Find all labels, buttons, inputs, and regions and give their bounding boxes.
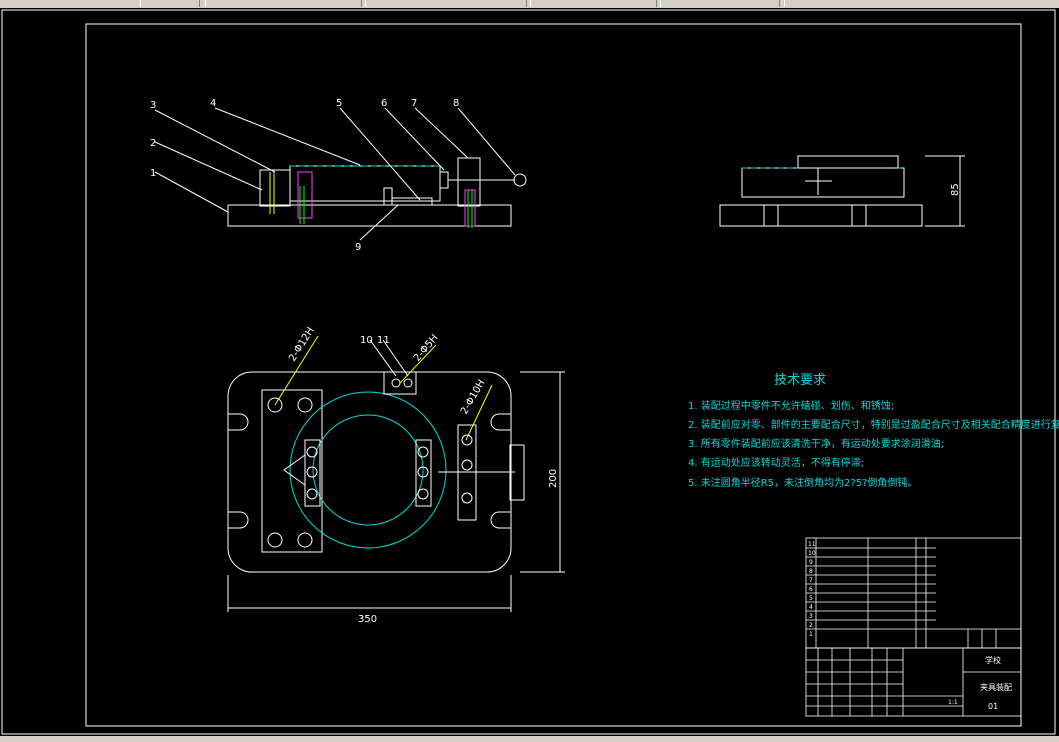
tech-note: 4. 有运动处应该转动灵活，不得有停滞; [688, 456, 864, 469]
bom-number: 6 [809, 586, 813, 593]
tech-note: 1. 装配过程中零件不允许磕碰、划伤、和锈蚀; [688, 399, 894, 412]
dimension-depth: 200 [548, 469, 559, 488]
part-label: 8 [453, 98, 459, 109]
title-block-drawing-name: 夹具装配 [980, 682, 1012, 692]
hole-callout: 2-Φ10H [459, 378, 488, 416]
dimension-width: 350 [358, 614, 377, 625]
bom-number: 7 [809, 577, 813, 584]
part-label: 7 [411, 98, 417, 109]
bom-number: 3 [809, 613, 813, 620]
bom-number: 10 [808, 550, 816, 557]
top-view [227, 335, 565, 612]
part-label: 6 [381, 98, 387, 109]
part-label: 5 [336, 98, 342, 109]
inner-frame [85, 23, 1022, 727]
dimension-height: 85 [950, 183, 961, 196]
bom-number: 8 [809, 568, 813, 575]
cad-drawing-canvas[interactable]: 1 2 3 4 5 6 7 8 9 10 11 85 350 200 2-Φ12… [0, 0, 1059, 742]
part-label: 1 [150, 168, 156, 179]
tech-note: 5. 未注圆角半径R5，未注倒角均为2?5?倒角倒钝。 [688, 476, 917, 489]
part-label: 9 [355, 242, 361, 253]
front-view [154, 107, 527, 241]
bom-number: 2 [809, 622, 813, 629]
bom-number: 9 [809, 559, 813, 566]
part-label-group: 1 2 3 4 5 6 7 8 9 10 11 [150, 98, 459, 346]
bom-number: 5 [809, 595, 813, 602]
title-block-scale: 1:1 [948, 699, 958, 706]
bom-number: 4 [809, 604, 813, 611]
part-label: 4 [210, 98, 216, 109]
bill-of-materials [805, 537, 1022, 649]
side-view [719, 155, 965, 227]
tech-note: 3. 所有零件装配前应该清洗干净，有运动处要求涂润滑油; [688, 437, 944, 450]
title-block-sheet: 01 [988, 702, 998, 711]
bom-row-numbers: 11 10 9 8 7 6 5 4 3 2 1 [808, 541, 816, 638]
title-block-school: 学校 [985, 655, 1001, 665]
tech-requirements-title: 技术要求 [774, 373, 826, 388]
bom-number: 1 [809, 631, 813, 638]
part-label: 2 [150, 138, 156, 149]
hole-callout: 2-Φ5H [412, 333, 441, 364]
tech-note: 2. 装配前应对零、部件的主要配合尺寸，特别是过盈配合尺寸及相关配合精度进行复查… [688, 418, 1059, 431]
bom-number: 11 [808, 541, 816, 548]
part-label: 3 [150, 100, 156, 111]
